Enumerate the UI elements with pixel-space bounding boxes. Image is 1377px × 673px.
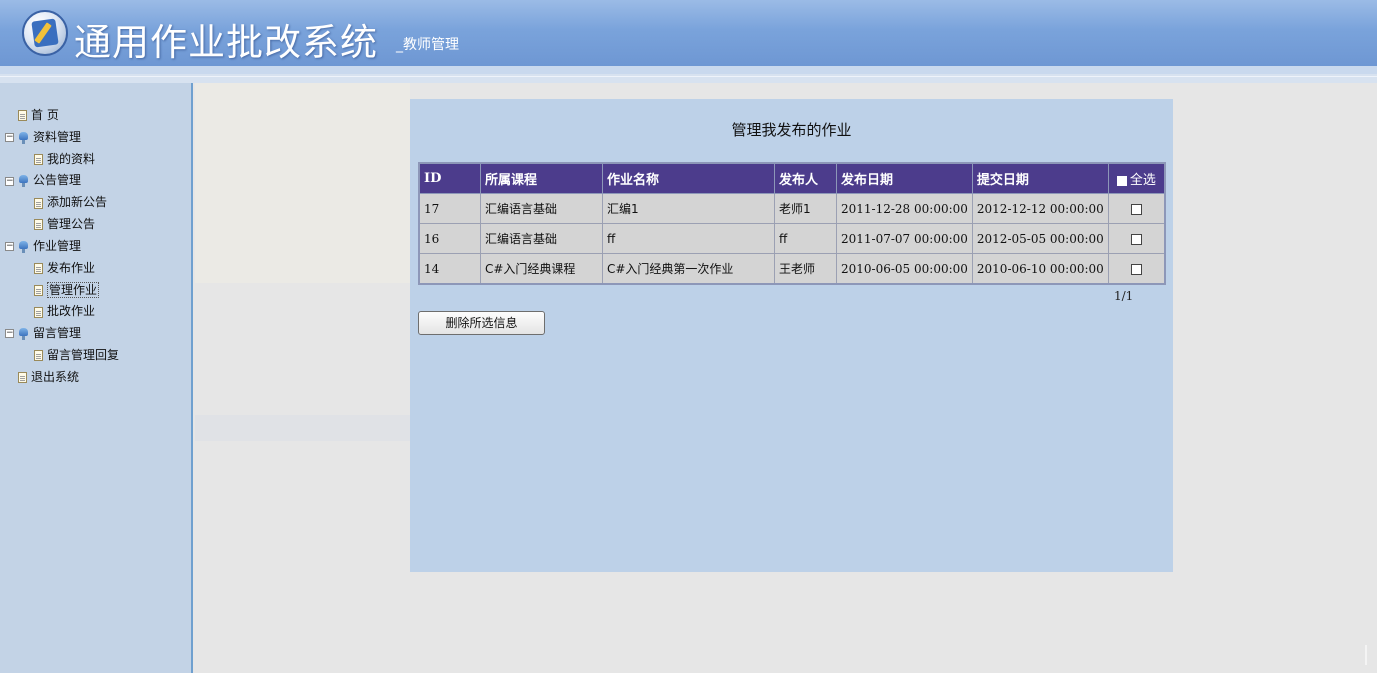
table-row: 14 C#入门经典课程 C#入门经典第一次作业 王老师 2010-06-05 00:00…: [418, 253, 1166, 285]
sidebar-item-label: 首 页: [31, 108, 59, 122]
cell-course: 汇编语言基础: [480, 193, 603, 224]
cell-submit-date: 2012-12-12 00:00:00: [971, 193, 1109, 224]
collapse-toggle-icon[interactable]: −: [5, 176, 14, 186]
select-all-label: 全选: [1129, 173, 1156, 188]
document-icon: [34, 284, 43, 296]
sidebar-item[interactable]: 发布作业: [0, 258, 190, 280]
row-checkbox[interactable]: [1130, 233, 1142, 245]
sidebar-item-label: 管理公告: [47, 216, 96, 231]
cell-publisher: ff: [774, 223, 837, 254]
sidebar-item-label: 留言管理回复: [47, 347, 120, 362]
folder-icon: [18, 131, 29, 144]
cell-id: 14: [418, 253, 481, 285]
sidebar-item[interactable]: − 公告管理: [0, 170, 190, 192]
row-select-cell: [1107, 193, 1166, 224]
cell-id: 17: [418, 193, 481, 224]
sidebar-item[interactable]: 留言管理回复: [0, 345, 190, 367]
row-select-cell: [1107, 223, 1166, 254]
cell-publisher: 老师1: [774, 193, 837, 224]
collapse-toggle-icon[interactable]: −: [5, 242, 14, 252]
document-icon: [34, 306, 43, 318]
cell-name: 汇编1: [602, 193, 775, 224]
column-header-publisher: 发布人: [774, 162, 837, 194]
row-checkbox[interactable]: [1130, 203, 1142, 215]
folder-icon: [18, 240, 29, 253]
sidebar-item-label: 公告管理: [33, 173, 82, 188]
sidebar-item[interactable]: 退出系统: [0, 367, 190, 389]
column-header-course: 所属课程: [480, 162, 603, 194]
sidebar-item[interactable]: − 留言管理: [0, 323, 190, 345]
document-icon: [34, 153, 43, 165]
column-header-id: ID: [418, 162, 481, 194]
row-checkbox[interactable]: [1130, 263, 1142, 275]
document-icon: [34, 350, 43, 362]
cell-submit-date: 2012-05-05 00:00:00: [971, 223, 1109, 254]
document-icon: [34, 262, 43, 274]
folder-icon: [18, 175, 29, 188]
select-all-checkbox[interactable]: [1116, 175, 1127, 186]
sidebar-item[interactable]: 添加新公告: [0, 192, 190, 214]
select-all-header[interactable]: 全选: [1107, 162, 1166, 194]
row-select-cell: [1107, 253, 1166, 285]
table-header-row: ID 所属课程 作业名称 发布人 发布日期 提交日期 全选: [418, 162, 1166, 194]
sidebar-item[interactable]: 管理作业: [0, 279, 190, 301]
folder-icon: [18, 327, 29, 340]
sidebar-item-label: 退出系统: [31, 369, 80, 384]
app-header: 通用作业批改系统 _教师管理: [0, 0, 1377, 66]
cell-course: 汇编语言基础: [480, 223, 603, 254]
sidebar-item-label: 我的资料: [47, 151, 96, 166]
page-indicator: 1/1: [1114, 289, 1134, 303]
sidebar-item[interactable]: − 作业管理: [0, 236, 190, 258]
sidebar-item[interactable]: − 资料管理: [0, 127, 190, 149]
cell-publish-date: 2011-07-07 00:00:00: [836, 223, 973, 254]
cell-publish-date: 2010-06-05 00:00:00: [836, 253, 973, 285]
sidebar-item-label: 作业管理: [33, 238, 82, 253]
nav-tree: 首 页 − 资料管理我的资料 − 公告管理添加新公告管理公告 − 作业管理发布作业管理作业批…: [0, 105, 190, 388]
sidebar-item[interactable]: 批改作业: [0, 301, 190, 323]
collapse-toggle-icon[interactable]: −: [5, 329, 14, 339]
sidebar-item[interactable]: 首 页: [0, 105, 190, 127]
document-icon: [18, 110, 27, 122]
background-shadow: [195, 415, 410, 441]
cell-course: C#入门经典课程: [480, 253, 603, 285]
cell-submit-date: 2010-06-10 00:00:00: [971, 253, 1109, 285]
collapse-toggle-icon[interactable]: −: [5, 133, 14, 143]
cell-id: 16: [418, 223, 481, 254]
cell-name: ff: [602, 223, 775, 254]
system-subtitle: _教师管理: [396, 37, 459, 53]
system-title: 通用作业批改系统: [74, 21, 378, 64]
sidebar-item-label: 批改作业: [47, 304, 96, 319]
table-row: 16 汇编语言基础 ff ff 2011-07-07 00:00:00 2012-05-0…: [418, 223, 1166, 254]
document-icon: [34, 197, 43, 209]
table-body: 17 汇编语言基础 汇编1 老师1 2011-12-28 00:00:00 2012-12…: [418, 193, 1166, 285]
sidebar-item[interactable]: 我的资料: [0, 149, 190, 171]
column-header-name: 作业名称: [602, 162, 775, 194]
document-icon: [18, 371, 27, 383]
delete-selected-button[interactable]: 删除所选信息: [418, 311, 545, 335]
cell-name: C#入门经典第一次作业: [602, 253, 775, 285]
column-header-submit-date: 提交日期: [971, 162, 1109, 194]
sidebar-item-label: 添加新公告: [47, 195, 108, 210]
cell-publisher: 王老师: [774, 253, 837, 285]
background-shadow: [195, 83, 410, 283]
sidebar-item-label: 管理作业: [47, 282, 100, 299]
sidebar: 首 页 − 资料管理我的资料 − 公告管理添加新公告管理公告 − 作业管理发布作业管理作业批…: [0, 83, 193, 673]
column-header-publish-date: 发布日期: [836, 162, 973, 194]
sidebar-item[interactable]: 管理公告: [0, 214, 190, 236]
header-band: [0, 66, 1377, 74]
logo-icon: [22, 10, 68, 56]
main-panel: 管理我发布的作业 ID 所属课程 作业名称 发布人 发布日期 提交日期 全选 1…: [410, 99, 1173, 572]
sidebar-item-label: 发布作业: [47, 260, 96, 275]
table-row: 17 汇编语言基础 汇编1 老师1 2011-12-28 00:00:00 2012-12…: [418, 193, 1166, 224]
cell-publish-date: 2011-12-28 00:00:00: [836, 193, 973, 224]
sidebar-item-label: 资料管理: [33, 129, 82, 144]
sidebar-item-label: 留言管理: [33, 325, 82, 340]
document-icon: [34, 219, 43, 231]
page-title: 管理我发布的作业: [731, 121, 852, 139]
homework-table: ID 所属课程 作业名称 发布人 发布日期 提交日期 全选 17 汇编语言基础 汇编…: [418, 162, 1166, 285]
